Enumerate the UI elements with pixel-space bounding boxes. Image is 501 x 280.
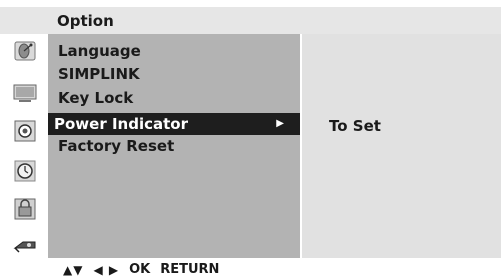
navigation-hints: ▲▼ ◀ ▶ OK RETURN bbox=[63, 262, 219, 277]
up-down-arrows-icon: ▲▼ bbox=[63, 262, 84, 277]
right-arrow-icon: ▶ bbox=[276, 118, 284, 129]
input-icon[interactable] bbox=[13, 234, 37, 256]
menu-title: Option bbox=[57, 12, 114, 30]
submenu-panel: To Set bbox=[302, 34, 501, 258]
osd-screen: Option Language SIMPLINK Key Lock Power … bbox=[0, 0, 501, 280]
clock-icon[interactable] bbox=[13, 160, 37, 182]
speaker-icon[interactable] bbox=[13, 120, 37, 142]
menu-item-language[interactable]: Language bbox=[58, 40, 141, 62]
left-right-arrows-icon: ◀ ▶ bbox=[93, 262, 120, 277]
lock-icon[interactable] bbox=[13, 198, 37, 220]
monitor-icon[interactable] bbox=[13, 82, 37, 104]
menu-item-label: Power Indicator bbox=[54, 115, 188, 133]
submenu-item-to-set[interactable]: To Set bbox=[329, 117, 381, 135]
menu-item-power-indicator[interactable]: Power Indicator ▶ bbox=[48, 113, 300, 135]
menu-item-simplink[interactable]: SIMPLINK bbox=[58, 63, 140, 85]
satellite-dish-icon[interactable] bbox=[13, 40, 37, 62]
menu-item-factory-reset[interactable]: Factory Reset bbox=[58, 135, 174, 157]
menu-item-key-lock[interactable]: Key Lock bbox=[58, 87, 133, 109]
ok-hint: OK bbox=[129, 262, 151, 277]
option-menu: Language SIMPLINK Key Lock Power Indicat… bbox=[48, 34, 300, 258]
menu-header: Option bbox=[0, 7, 501, 34]
return-hint: RETURN bbox=[160, 262, 220, 277]
category-icon-column bbox=[0, 34, 48, 258]
